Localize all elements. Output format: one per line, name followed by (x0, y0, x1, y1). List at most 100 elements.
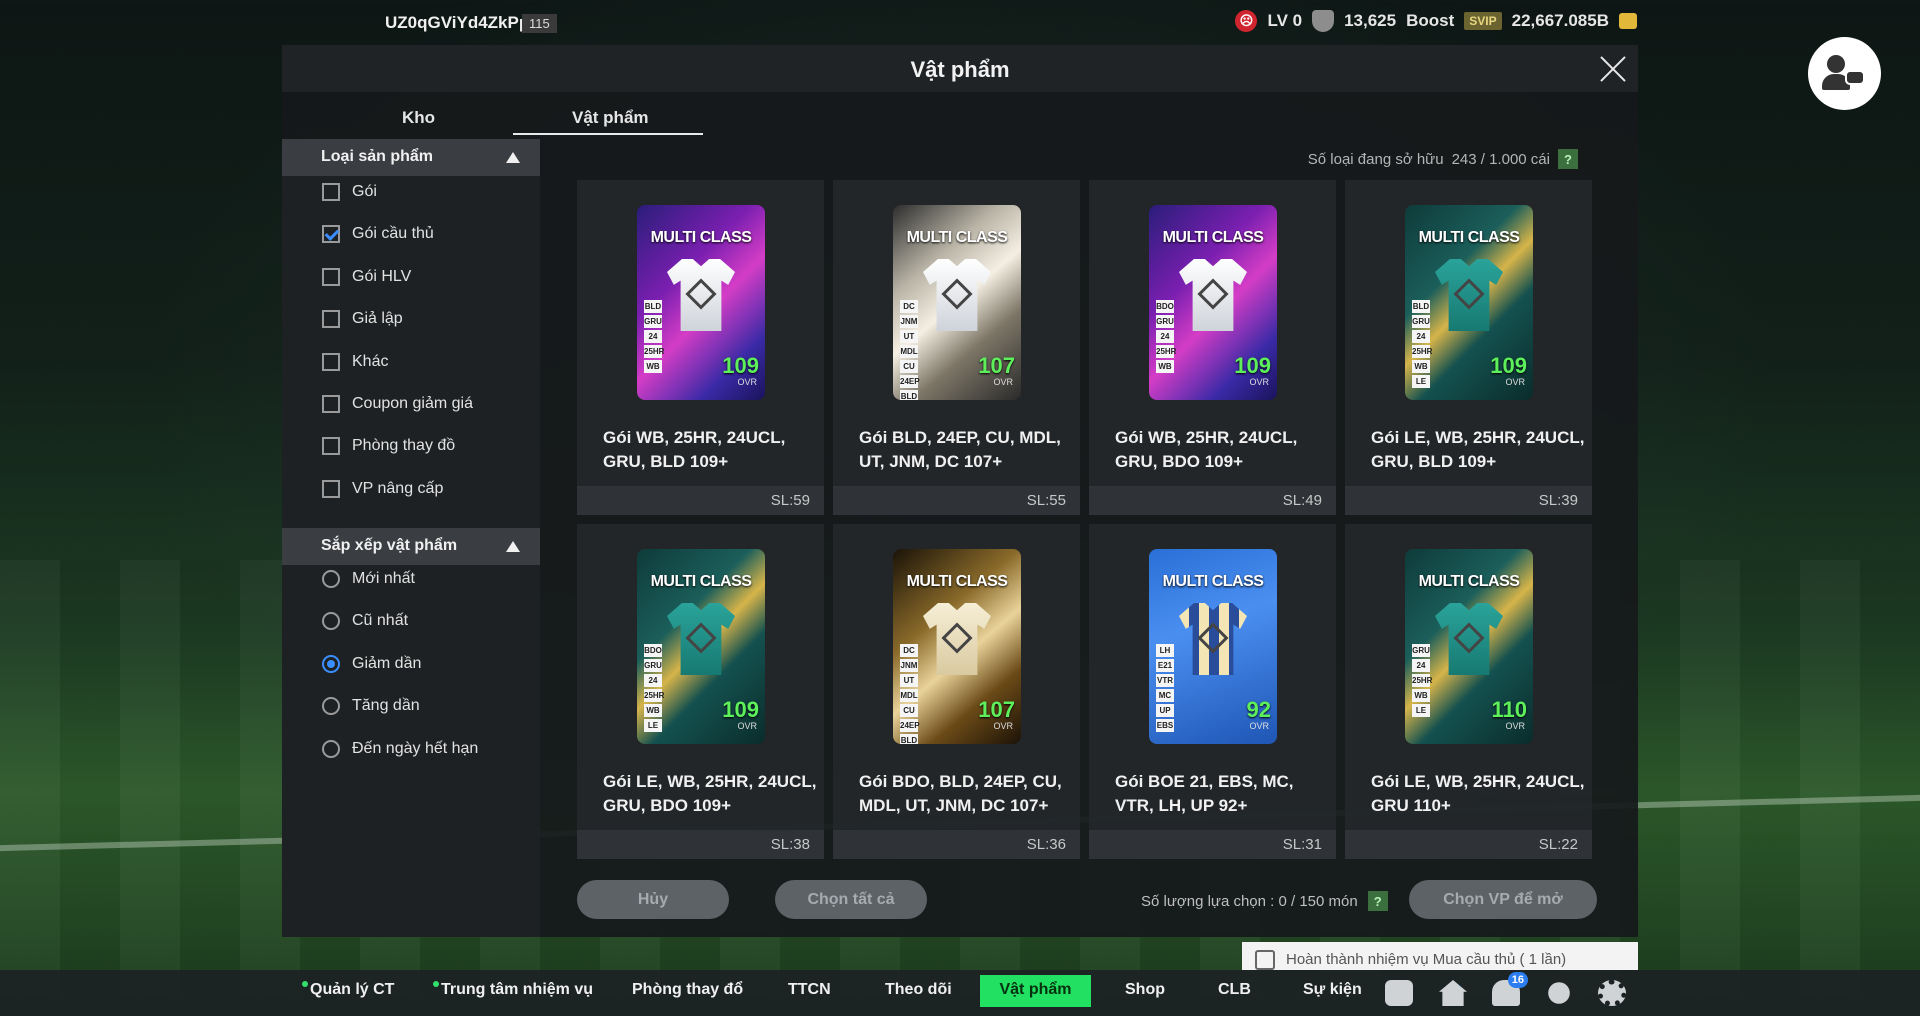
season-tag: JNM (900, 659, 918, 672)
radio-button[interactable] (322, 612, 340, 631)
nav-ttcn[interactable]: TTCN (788, 981, 831, 999)
notification-dot (302, 981, 308, 987)
pack-card-image: MULTI CLASS BLD GRU 24 25HR WB 109 OVR (637, 205, 765, 400)
radio-button[interactable] (322, 654, 340, 673)
nav-clb[interactable]: CLB (1218, 981, 1251, 999)
tab-kho[interactable]: Kho (402, 108, 435, 128)
item-card[interactable]: MULTI CLASS LH E21 VTR MC UP EBS 92 OVR Gói BOE 2… (1089, 524, 1336, 859)
radio-button[interactable] (322, 570, 340, 588)
username[interactable]: UZ0qGViYd4ZkPp (385, 13, 529, 33)
modal-title: Vật phẩm (910, 57, 1010, 82)
calendar-icon (1255, 950, 1275, 970)
cancel-button[interactable]: Hủy (577, 880, 729, 919)
item-quantity: SL:59 (770, 492, 810, 509)
filter-option[interactable]: Gói (322, 180, 377, 204)
shield-icon (1312, 10, 1335, 32)
radio-button[interactable] (322, 739, 340, 758)
filter-option[interactable]: Giả lập (322, 307, 403, 331)
filter-option[interactable]: VP nâng cấp (322, 477, 443, 501)
sort-option[interactable]: Tăng dần (322, 694, 420, 718)
sort-option[interactable]: Đến ngày hết hạn (322, 737, 478, 761)
season-tag: LE (1412, 375, 1430, 388)
season-tag: 25HR (644, 345, 665, 358)
product-type-header[interactable]: Loại sản phẩm (282, 139, 540, 176)
profile-icon[interactable] (1548, 982, 1570, 1004)
lv-label: LV 0 (1267, 11, 1303, 30)
support-chat-button[interactable] (1808, 37, 1881, 110)
checkbox[interactable] (322, 352, 340, 371)
filter-option[interactable]: Khác (322, 350, 388, 374)
season-tag: 24 (1412, 330, 1430, 343)
home-icon[interactable]: 2 (1439, 980, 1467, 1006)
item-quantity: SL:22 (1538, 836, 1578, 853)
filter-option[interactable]: Coupon giảm giá (322, 392, 473, 416)
lv-face-icon: ☹ (1235, 10, 1258, 32)
item-card[interactable]: MULTI CLASS BDO GRU 24 25HR WB LE 109 OVR Gói LE,… (577, 524, 824, 859)
bell-icon[interactable]: 16 (1492, 972, 1528, 1006)
ovr-label: OVR (993, 721, 1013, 731)
nav-shop[interactable]: Shop (1125, 981, 1165, 999)
season-tag: MC (1156, 689, 1174, 702)
nav-theo-doi[interactable]: Theo dõi (885, 981, 952, 999)
pack-card-image: MULTI CLASS BLD GRU 24 25HR WB LE 109 OVR (1405, 205, 1533, 400)
help-icon[interactable]: ? (1558, 149, 1578, 169)
season-tags: BDO GRU 24 25HR WB (1156, 300, 1176, 373)
pack-card-image: MULTI CLASS BDO GRU 24 25HR WB 109 OVR (1149, 205, 1277, 400)
checkbox[interactable] (322, 267, 340, 286)
season-tag: DC (900, 644, 918, 657)
items-modal: Vật phẩm Kho Vật phẩm Loại sản phẩm Gói G… (282, 45, 1638, 937)
help-icon[interactable]: ? (1367, 891, 1388, 911)
nav-su-kien[interactable]: Sự kiện (1303, 981, 1362, 999)
item-quantity: SL:39 (1538, 492, 1578, 509)
sort-header[interactable]: Sắp xếp vật phẩm (282, 528, 540, 565)
season-tag: WB (1412, 689, 1430, 702)
open-selected-button[interactable]: Chọn VP để mở (1409, 880, 1597, 919)
item-card[interactable]: MULTI CLASS GRU 24 25HR WB LE 110 OVR Gói LE, WB… (1345, 524, 1592, 859)
pack-banner: MULTI CLASS (650, 229, 752, 246)
owned-count: Số loại đang sở hữu 243 / 1.000 cái ? (1308, 149, 1578, 169)
tab-vat-pham[interactable]: Vật phẩm (572, 108, 649, 128)
coin-icon[interactable] (1619, 13, 1637, 29)
nav-trung-tam-nhiem-vu[interactable]: Trung tâm nhiệm vụ (433, 981, 593, 999)
sort-option[interactable]: Cũ nhất (322, 609, 408, 633)
item-card[interactable]: MULTI CLASS BLD GRU 24 25HR WB 109 OVR Gói WB, 2… (577, 180, 824, 515)
season-tag: 25HR (644, 689, 665, 702)
item-card[interactable]: MULTI CLASS BLD GRU 24 25HR WB LE 109 OVR Gói LE,… (1345, 180, 1592, 515)
checkbox[interactable] (322, 183, 340, 201)
mission-toast[interactable]: Hoàn thành nhiệm vụ Mua cầu thủ ( 1 lần) (1242, 942, 1638, 970)
season-tags: BLD GRU 24 25HR WB (644, 300, 665, 373)
season-tag: JNM (900, 315, 918, 328)
checkbox[interactable] (322, 395, 340, 413)
item-card[interactable]: MULTI CLASS DC JNM UT MDL CU 24EP BLD 107 OVR Gói … (833, 180, 1080, 515)
checkbox[interactable] (322, 437, 340, 456)
checkbox[interactable] (322, 479, 340, 498)
nav-quan-ly-ct[interactable]: Quản lý CT (302, 981, 394, 999)
checkbox[interactable] (322, 310, 340, 329)
item-quantity: SL:36 (1026, 836, 1066, 853)
season-tag: LE (644, 719, 662, 732)
nav-vat-pham[interactable]: Vật phẩm (980, 975, 1091, 1007)
item-name: Gói BLD, 24EP, CU, MDL, UT, JNM, DC 107+ (859, 428, 1061, 471)
select-all-button[interactable]: Chọn tất cả (775, 880, 927, 919)
item-quantity: SL:55 (1026, 492, 1066, 509)
ovr-value: 109 (722, 697, 759, 722)
checkbox[interactable] (322, 225, 340, 244)
filter-option[interactable]: Gói HLV (322, 265, 411, 289)
item-card[interactable]: MULTI CLASSDCJNMUTMDLCU24EPBLDBDO107OVRG… (833, 524, 1080, 859)
item-card[interactable]: MULTI CLASS BDO GRU 24 25HR WB 109 OVR Gói WB, 2… (1089, 180, 1336, 515)
chat-icon[interactable] (1385, 980, 1413, 1006)
sort-option[interactable]: Mới nhất (322, 567, 415, 591)
close-icon[interactable] (1598, 54, 1628, 84)
gear-icon[interactable] (1598, 980, 1626, 1006)
filter-option[interactable]: Gói cầu thủ (322, 222, 434, 246)
nav-phong-thay-do[interactable]: Phòng thay đổ (632, 981, 743, 999)
season-tags: DCJNMUTMDLCU24EPBLDBDO (900, 644, 920, 744)
ovr-value: 109 (722, 353, 759, 378)
sort-option[interactable]: Giảm dần (322, 652, 421, 676)
season-tag: EBS (1156, 719, 1174, 732)
filter-option[interactable]: Phòng thay đồ (322, 434, 455, 458)
season-tag: BLD (900, 390, 918, 400)
radio-button[interactable] (322, 697, 340, 716)
pack-card-image: MULTI CLASS GRU 24 25HR WB LE 110 OVR (1405, 549, 1533, 744)
season-tag: CU (900, 704, 918, 717)
